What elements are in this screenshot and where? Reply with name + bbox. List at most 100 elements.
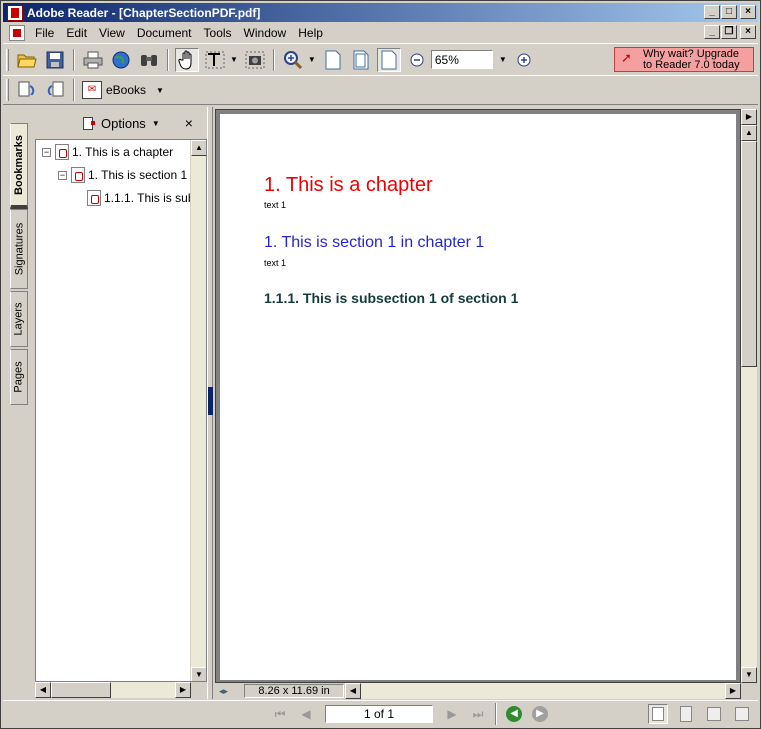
doc-restore-button[interactable]: ❐ bbox=[721, 25, 737, 39]
menu-view[interactable]: View bbox=[93, 24, 131, 42]
toolbar-separator bbox=[272, 48, 275, 71]
scroll-up-icon[interactable]: ▲ bbox=[741, 125, 757, 141]
scroll-up-icon[interactable]: ▲ bbox=[191, 140, 206, 156]
page-size-readout: 8.26 x 11.69 in bbox=[244, 684, 345, 698]
title-bar[interactable]: Adobe Reader - [ChapterSectionPDF.pdf] _… bbox=[3, 3, 758, 22]
ebook-icon: ✉ bbox=[82, 81, 102, 99]
upgrade-banner[interactable]: ➚ Why wait? Upgrade to Reader 7.0 today bbox=[614, 47, 754, 72]
navigation-tabs: Bookmarks Signatures Layers Pages bbox=[8, 107, 30, 699]
scroll-left-icon[interactable]: ◀ bbox=[345, 683, 361, 699]
doc-minimize-button[interactable]: _ bbox=[704, 25, 720, 39]
bookmarks-panel-header: Options ▼ × bbox=[31, 109, 207, 137]
rotate-counterclockwise-icon[interactable] bbox=[43, 78, 67, 102]
text-select-icon[interactable] bbox=[203, 48, 227, 72]
ebooks-dropdown-icon[interactable]: ▼ bbox=[156, 86, 164, 95]
document-horizontal-scrollbar[interactable]: ◀ ▶ bbox=[345, 683, 741, 699]
resize-handle-icon[interactable]: ◂▸ bbox=[219, 686, 228, 697]
menu-window[interactable]: Window bbox=[238, 24, 293, 42]
document-vertical-scrollbar[interactable]: ▶ ▲ ▼ bbox=[741, 109, 757, 683]
tab-layers-label: Layers bbox=[13, 302, 25, 336]
section-heading: 1. This is section 1 in chapter 1 bbox=[264, 234, 485, 251]
menu-document[interactable]: Document bbox=[131, 24, 198, 42]
close-panel-icon[interactable]: × bbox=[185, 115, 193, 131]
zoom-in-tool-icon[interactable] bbox=[281, 48, 305, 72]
text-select-dropdown-icon[interactable]: ▼ bbox=[230, 55, 238, 64]
open-folder-icon[interactable] bbox=[15, 48, 39, 72]
document-view[interactable]: 1. This is a chapter text 1 1. This is s… bbox=[215, 109, 741, 683]
page-number-field[interactable]: 1 of 1 bbox=[325, 704, 433, 723]
toolbar-separator bbox=[73, 48, 75, 71]
fit-width-icon[interactable] bbox=[376, 47, 401, 72]
toolbar-grip[interactable] bbox=[6, 48, 9, 71]
doc-close-button[interactable]: × bbox=[740, 25, 756, 39]
continuous-facing-layout-icon[interactable] bbox=[704, 704, 724, 724]
tab-pages[interactable]: Pages bbox=[10, 349, 28, 405]
zoom-tool-dropdown-icon[interactable]: ▼ bbox=[308, 55, 316, 64]
hand-tool-icon[interactable] bbox=[175, 47, 199, 72]
last-page-icon[interactable]: ⏭ bbox=[469, 705, 487, 723]
scroll-down-icon[interactable]: ▼ bbox=[741, 667, 757, 683]
actual-size-icon[interactable] bbox=[321, 48, 345, 72]
previous-view-icon[interactable]: ◀ bbox=[506, 705, 522, 722]
binoculars-search-icon[interactable] bbox=[137, 48, 161, 72]
document-status-strip: ◂▸ 8.26 x 11.69 in ◀ ▶ bbox=[215, 683, 741, 699]
bookmark-item-subsection[interactable]: 1.1.1. This is subsection 1 of section 1 bbox=[87, 188, 206, 208]
tab-layers[interactable]: Layers bbox=[10, 291, 28, 347]
adobe-reader-icon bbox=[7, 4, 23, 21]
menu-help[interactable]: Help bbox=[292, 24, 329, 42]
document-page: 1. This is a chapter text 1 1. This is s… bbox=[220, 114, 736, 680]
vertical-scroll-thumb[interactable] bbox=[741, 141, 757, 367]
next-view-icon[interactable]: ▶ bbox=[532, 705, 548, 722]
options-icon[interactable] bbox=[81, 116, 95, 130]
continuous-layout-icon[interactable] bbox=[676, 704, 696, 724]
tab-bookmarks[interactable]: Bookmarks bbox=[10, 123, 28, 209]
options-menu-button[interactable]: Options bbox=[101, 116, 146, 131]
scroll-right-icon[interactable]: ▶ bbox=[175, 682, 191, 698]
minimize-button[interactable]: _ bbox=[704, 5, 720, 19]
zoom-level-dropdown-icon[interactable]: ▼ bbox=[499, 55, 507, 64]
panel-splitter[interactable] bbox=[207, 107, 213, 699]
menu-file[interactable]: File bbox=[29, 24, 60, 42]
first-page-icon[interactable]: ⏮ bbox=[271, 705, 289, 723]
maximize-button[interactable]: □ bbox=[721, 5, 737, 19]
email-globe-icon[interactable] bbox=[109, 48, 133, 72]
scroll-left-icon[interactable]: ◀ bbox=[35, 682, 51, 698]
zoom-level-field[interactable]: 65% bbox=[430, 50, 493, 69]
scroll-right-icon[interactable]: ▶ bbox=[725, 683, 741, 699]
tab-pages-label: Pages bbox=[13, 361, 26, 393]
options-dropdown-icon[interactable]: ▼ bbox=[152, 119, 160, 128]
window-controls: _ □ × bbox=[703, 5, 756, 19]
fit-page-icon[interactable] bbox=[349, 48, 373, 72]
ebooks-button[interactable]: ✉ eBooks ▼ bbox=[79, 78, 170, 102]
zoom-out-icon[interactable] bbox=[405, 48, 429, 72]
facing-layout-icon[interactable] bbox=[732, 704, 752, 724]
tab-signatures[interactable]: Signatures bbox=[10, 209, 28, 289]
bookmark-icon bbox=[87, 190, 101, 206]
snapshot-camera-icon[interactable] bbox=[243, 48, 267, 72]
close-button[interactable]: × bbox=[740, 5, 756, 19]
bookmark-horizontal-scrollbar[interactable]: ◀ ▶ bbox=[35, 682, 191, 698]
window-title: Adobe Reader - [ChapterSectionPDF.pdf] bbox=[27, 5, 261, 20]
zoom-in-icon[interactable] bbox=[512, 48, 536, 72]
menu-tools[interactable]: Tools bbox=[198, 24, 238, 42]
previous-page-icon[interactable]: ◀ bbox=[297, 705, 315, 723]
rotate-clockwise-icon[interactable] bbox=[15, 78, 39, 102]
splitter-handle[interactable] bbox=[208, 387, 213, 415]
app-window: Adobe Reader - [ChapterSectionPDF.pdf] _… bbox=[0, 0, 761, 729]
save-icon[interactable] bbox=[43, 48, 67, 72]
bookmark-item-section[interactable]: − 1. This is section 1 in chapter 1 bbox=[58, 165, 206, 185]
menu-edit[interactable]: Edit bbox=[60, 24, 93, 42]
scroll-top-icon[interactable]: ▶ bbox=[741, 109, 757, 125]
bookmark-item-chapter[interactable]: − 1. This is a chapter bbox=[42, 142, 173, 162]
single-page-layout-icon[interactable] bbox=[648, 703, 668, 724]
toolbar-grip[interactable] bbox=[6, 79, 9, 101]
scroll-down-icon[interactable]: ▼ bbox=[191, 667, 206, 681]
print-icon[interactable] bbox=[81, 48, 105, 72]
bookmark-icon bbox=[55, 144, 69, 160]
collapse-icon[interactable]: − bbox=[42, 147, 51, 157]
bookmark-vertical-scrollbar[interactable]: ▲ ▼ bbox=[190, 140, 206, 681]
next-page-icon[interactable]: ▶ bbox=[443, 705, 461, 723]
collapse-icon[interactable]: − bbox=[58, 170, 67, 180]
horizontal-scroll-thumb[interactable] bbox=[51, 682, 111, 698]
document-icon[interactable] bbox=[9, 25, 25, 41]
